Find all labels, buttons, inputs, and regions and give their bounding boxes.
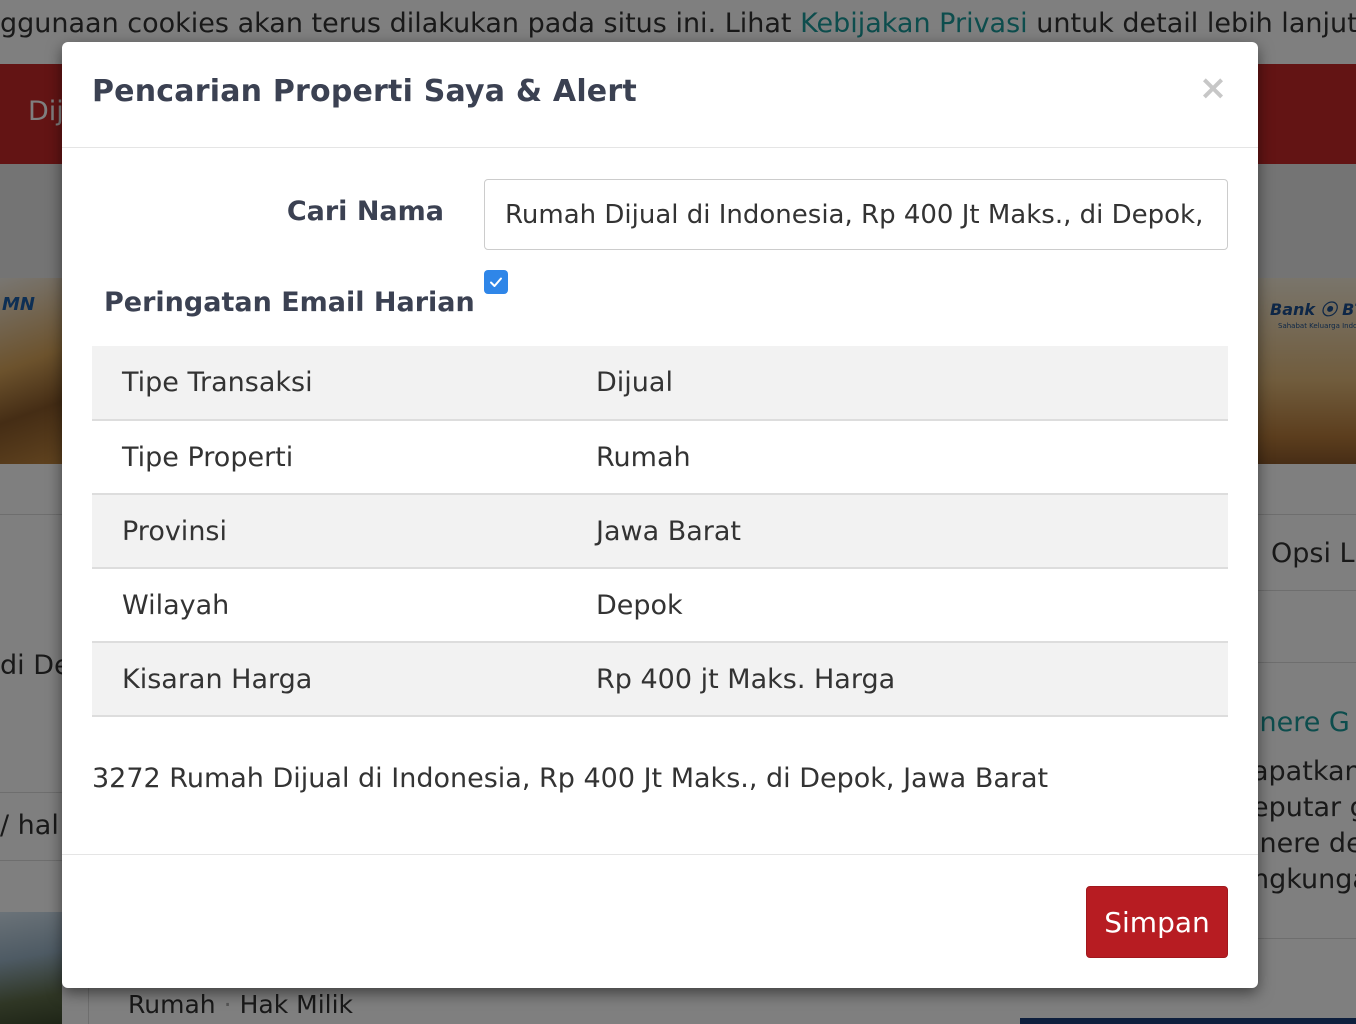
criteria-value: Rp 400 jt Maks. Harga [566,642,1228,717]
search-name-input[interactable] [484,179,1228,250]
search-name-label: Cari Nama [286,196,444,227]
criteria-label: Wilayah [92,568,566,643]
criteria-value: Jawa Barat [566,494,1228,569]
table-row: Kisaran Harga Rp 400 jt Maks. Harga [92,642,1228,717]
criteria-label: Tipe Properti [92,420,566,495]
daily-email-alert-label: Peringatan Email Harian [104,287,475,318]
checkmark-icon [490,277,502,287]
table-row: Tipe Transaksi Dijual [92,346,1228,421]
table-row: Wilayah Depok [92,568,1228,643]
modal-footer-divider [62,854,1258,855]
modal-title: Pencarian Properti Saya & Alert [92,74,637,109]
criteria-label: Tipe Transaksi [92,346,566,421]
table-row: Provinsi Jawa Barat [92,494,1228,569]
daily-email-alert-checkbox[interactable] [484,270,508,294]
search-criteria-table: Tipe Transaksi Dijual Tipe Properti Ruma… [92,346,1228,717]
criteria-value: Dijual [566,346,1228,421]
criteria-label: Provinsi [92,494,566,569]
save-button[interactable]: Simpan [1086,886,1228,958]
criteria-value: Depok [566,568,1228,643]
saved-search-modal: Pencarian Properti Saya & Alert × Cari N… [62,42,1258,988]
table-row: Tipe Properti Rumah [92,420,1228,495]
criteria-value: Rumah [566,420,1228,495]
modal-header: Pencarian Properti Saya & Alert × [62,42,1258,148]
search-summary: 3272 Rumah Dijual di Indonesia, Rp 400 J… [92,763,1049,794]
criteria-label: Kisaran Harga [92,642,566,717]
close-icon[interactable]: × [1198,70,1228,106]
